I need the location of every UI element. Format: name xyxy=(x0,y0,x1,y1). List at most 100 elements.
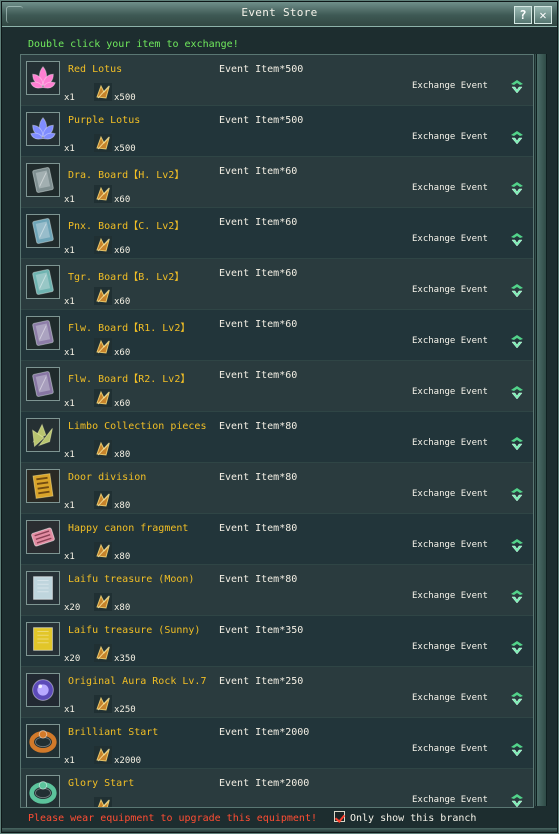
store-item-row[interactable]: Flw. Board【R1. Lv2】 x1 x60 Event Item*60 Exc… xyxy=(21,310,533,361)
exchange-arrow-icon[interactable] xyxy=(509,283,525,299)
event-item-requirement: Event Item*80 xyxy=(219,421,298,432)
item-name: Purple Lotus xyxy=(68,115,141,126)
event-currency-icon xyxy=(94,644,112,662)
event-item-requirement: Event Item*250 xyxy=(219,676,304,687)
item-cost: x250 xyxy=(114,705,136,715)
store-item-row[interactable]: Purple Lotus x1 x500 Event Item*500 Exchange… xyxy=(21,106,533,157)
exchange-event-label[interactable]: Exchange Event xyxy=(412,744,488,754)
exchange-event-label[interactable]: Exchange Event xyxy=(412,540,488,550)
store-item-row[interactable]: Limbo Collection pieces x1 x80 Event Item*8… xyxy=(21,412,533,463)
exchange-arrow-icon[interactable] xyxy=(509,538,525,554)
exchange-arrow-icon[interactable] xyxy=(509,589,525,605)
item-cost: x80 xyxy=(114,603,131,613)
exchange-arrow-icon[interactable] xyxy=(509,793,525,807)
door-division-icon[interactable] xyxy=(26,469,60,503)
store-item-row[interactable]: Pnx. Board【C. Lv2】 x1 x60 Event Item*60 Exch… xyxy=(21,208,533,259)
item-quantity: x1 xyxy=(64,552,75,562)
purple-lotus-icon[interactable] xyxy=(26,112,60,146)
only-show-branch-label: Only show this branch xyxy=(350,813,477,824)
exchange-arrow-icon[interactable] xyxy=(509,640,525,656)
item-quantity: x1 xyxy=(64,501,75,511)
item-name: Laifu treasure (Sunny) xyxy=(68,625,201,636)
exchange-event-label[interactable]: Exchange Event xyxy=(412,489,488,499)
exchange-event-label[interactable]: Exchange Event xyxy=(412,642,488,652)
item-quantity: x1 xyxy=(64,93,75,103)
close-button[interactable]: ✕ xyxy=(534,6,552,24)
red-lotus-icon[interactable] xyxy=(26,61,60,95)
item-name: Happy canon fragment xyxy=(68,523,189,534)
sunny-treasure-icon[interactable] xyxy=(26,622,60,656)
exchange-arrow-icon[interactable] xyxy=(509,487,525,503)
scrollbar-thumb[interactable] xyxy=(537,54,546,806)
bottom-frame xyxy=(2,828,557,832)
dragon-board-icon[interactable] xyxy=(26,163,60,197)
only-show-branch-checkbox[interactable] xyxy=(334,811,345,822)
item-name: Brilliant Start xyxy=(68,727,159,738)
event-item-requirement: Event Item*60 xyxy=(219,217,298,228)
exchange-arrow-icon[interactable] xyxy=(509,181,525,197)
item-quantity: x1 xyxy=(64,450,75,460)
item-quantity: x1 xyxy=(64,297,75,307)
exchange-event-label[interactable]: Exchange Event xyxy=(412,81,488,91)
exchange-arrow-icon[interactable] xyxy=(509,742,525,758)
exchange-event-label[interactable]: Exchange Event xyxy=(412,693,488,703)
moon-treasure-icon[interactable] xyxy=(26,571,60,605)
item-cost: x60 xyxy=(114,246,131,256)
exchange-event-label[interactable]: Exchange Event xyxy=(412,795,488,805)
exchange-event-label[interactable]: Exchange Event xyxy=(412,591,488,601)
exchange-event-label[interactable]: Exchange Event xyxy=(412,336,488,346)
equipment-warning: Please wear equipment to upgrade this eq… xyxy=(28,813,317,824)
exchange-arrow-icon[interactable] xyxy=(509,385,525,401)
item-quantity: x1 xyxy=(64,705,75,715)
event-currency-icon xyxy=(94,185,112,203)
event-item-requirement: Event Item*2000 xyxy=(219,727,310,738)
exchange-event-label[interactable]: Exchange Event xyxy=(412,285,488,295)
help-button[interactable]: ? xyxy=(514,6,532,24)
item-name: Flw. Board【R2. Lv2】 xyxy=(68,374,191,385)
item-cost: x80 xyxy=(114,552,131,562)
exchange-arrow-icon[interactable] xyxy=(509,79,525,95)
exchange-arrow-icon[interactable] xyxy=(509,232,525,248)
brilliant-ring-icon[interactable] xyxy=(26,724,60,758)
flower-board-r1-icon[interactable] xyxy=(26,316,60,350)
store-item-row[interactable]: Tgr. Board【B. Lv2】 x1 x60 Event Item*60 Exch… xyxy=(21,259,533,310)
item-name: Dra. Board【H. Lv2】 xyxy=(68,170,185,181)
item-cost: x2000 xyxy=(114,756,142,766)
exchange-event-label[interactable]: Exchange Event xyxy=(412,438,488,448)
tiger-board-icon[interactable] xyxy=(26,265,60,299)
flower-board-r2-icon[interactable] xyxy=(26,367,60,401)
aura-rock-icon[interactable] xyxy=(26,673,60,707)
store-item-row[interactable]: Dra. Board【H. Lv2】 x1 x60 Event Item*60 Exch… xyxy=(21,157,533,208)
exchange-arrow-icon[interactable] xyxy=(509,130,525,146)
store-item-row[interactable]: Door division x1 x80 Event Item*80 Exchange … xyxy=(21,463,533,514)
store-item-row[interactable]: Brilliant Start x1 x2000 Event Item*2000 Exc… xyxy=(21,718,533,769)
store-item-row[interactable]: Red Lotus x1 x500 Event Item*500 Exchange Ev… xyxy=(21,55,533,106)
store-item-row[interactable]: Laifu treasure (Sunny) x20 x350 Event Item*… xyxy=(21,616,533,667)
exchange-event-label[interactable]: Exchange Event xyxy=(412,387,488,397)
item-list[interactable]: Red Lotus x1 x500 Event Item*500 Exchange Ev… xyxy=(20,54,534,808)
exchange-event-label[interactable]: Exchange Event xyxy=(412,132,488,142)
limbo-pieces-icon[interactable] xyxy=(26,418,60,452)
item-cost: x500 xyxy=(114,93,136,103)
store-item-row[interactable]: Glory Start x1 x2000 Event Item*2000 Exchang… xyxy=(21,769,533,807)
phoenix-board-icon[interactable] xyxy=(26,214,60,248)
item-quantity: x1 xyxy=(64,348,75,358)
item-cost: x500 xyxy=(114,144,136,154)
exchange-event-label[interactable]: Exchange Event xyxy=(412,234,488,244)
canon-fragment-icon[interactable] xyxy=(26,520,60,554)
title-bar[interactable]: Event Store ? ✕ xyxy=(2,2,557,27)
exchange-arrow-icon[interactable] xyxy=(509,436,525,452)
exchange-arrow-icon[interactable] xyxy=(509,691,525,707)
store-item-row[interactable]: Flw. Board【R2. Lv2】 x1 x60 Event Item*60 Exc… xyxy=(21,361,533,412)
event-item-requirement: Event Item*2000 xyxy=(219,778,310,789)
store-item-row[interactable]: Happy canon fragment x1 x80 Event Item*80 Ex… xyxy=(21,514,533,565)
event-item-requirement: Event Item*60 xyxy=(219,319,298,330)
exchange-arrow-icon[interactable] xyxy=(509,334,525,350)
store-item-row[interactable]: Laifu treasure (Moon) x20 x80 Event Item*80… xyxy=(21,565,533,616)
glory-ring-icon[interactable] xyxy=(26,775,60,807)
exchange-event-label[interactable]: Exchange Event xyxy=(412,183,488,193)
scrollbar[interactable] xyxy=(535,54,547,806)
store-item-row[interactable]: Original Aura Rock Lv.7 x1 x250 Event Item*… xyxy=(21,667,533,718)
item-quantity: x1 xyxy=(64,756,75,766)
item-name: Laifu treasure (Moon) xyxy=(68,574,195,585)
